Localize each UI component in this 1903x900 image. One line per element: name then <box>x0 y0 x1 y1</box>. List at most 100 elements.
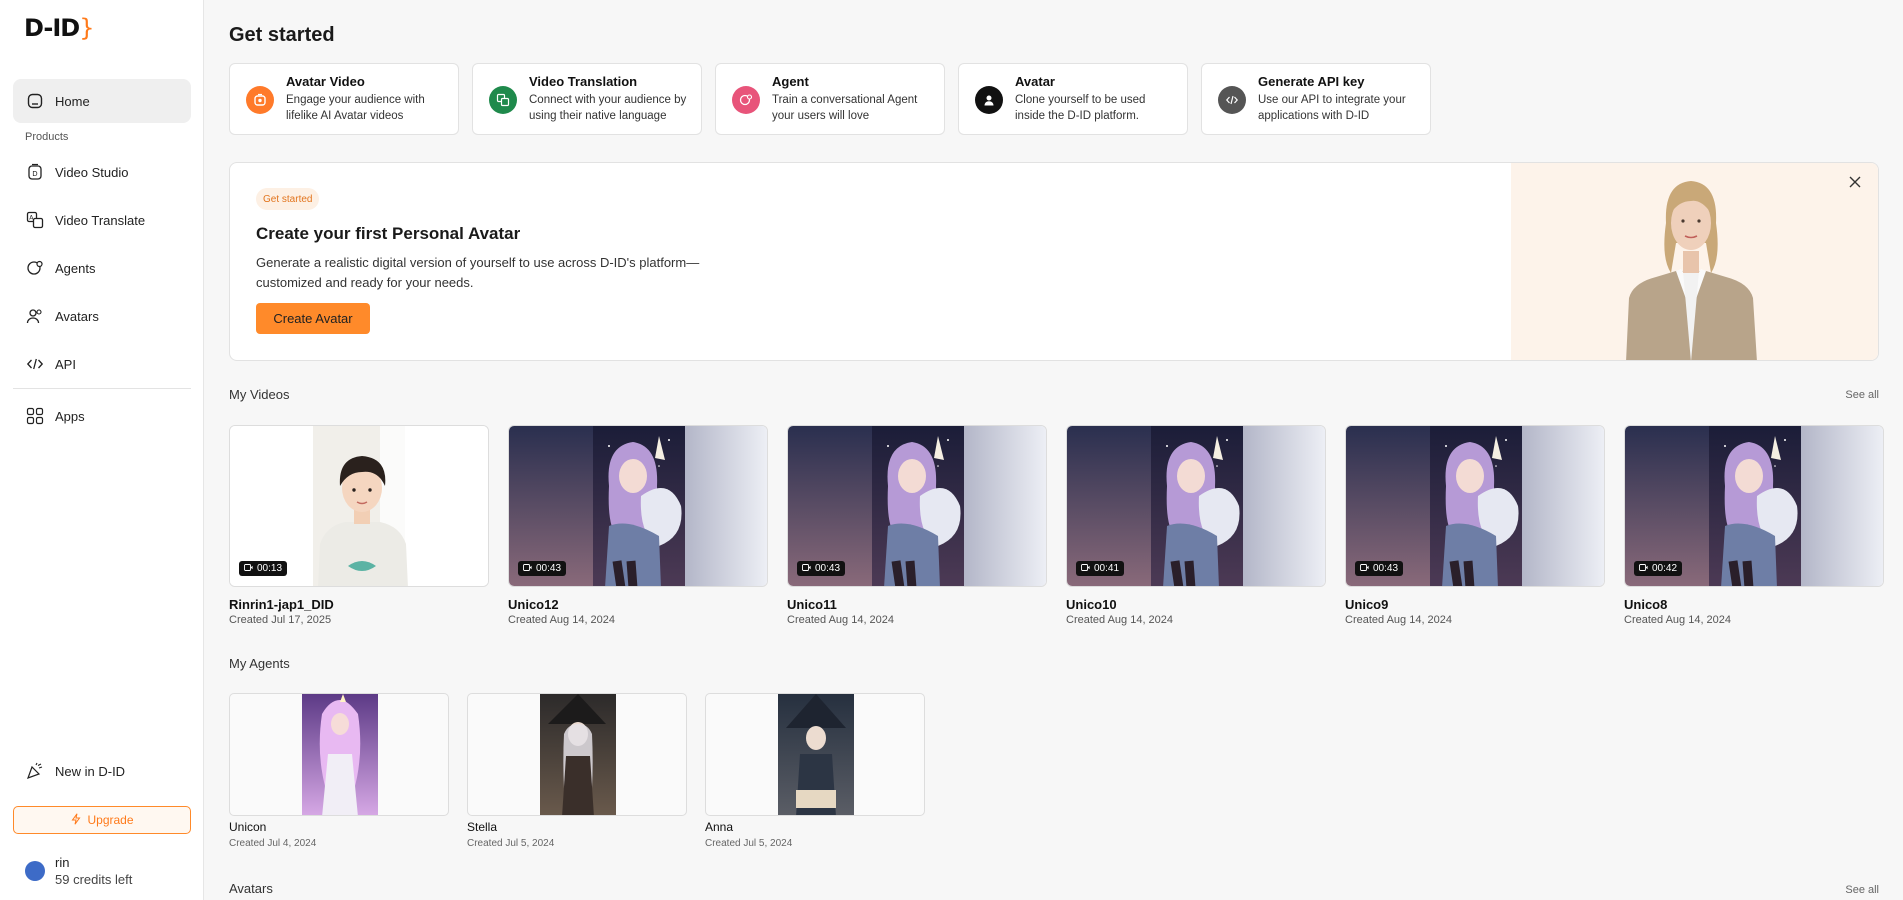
video-thumbnail[interactable]: 00:42 <box>1624 425 1884 587</box>
video-name[interactable]: Rinrin1-jap1_DID <box>229 597 489 612</box>
home-icon <box>25 91 45 111</box>
video-card[interactable]: 00:13 Rinrin1-jap1_DID Created Jul 17, 202… <box>229 425 489 626</box>
close-icon[interactable] <box>1846 173 1864 191</box>
agent-name[interactable]: Stella <box>467 820 687 834</box>
card-title: Avatar Video <box>286 74 365 89</box>
agent-card[interactable]: Unicon Created Jul 4, 2024 <box>229 693 449 849</box>
avatar-video-icon <box>246 86 274 114</box>
see-all-avatars-link[interactable]: See all <box>1845 884 1879 896</box>
duration-badge: 00:43 <box>518 561 567 576</box>
sidebar-item-label: Agents <box>55 260 96 276</box>
credits-left: 59 credits left <box>55 872 133 887</box>
lightning-icon <box>70 813 82 828</box>
sidebar-item-video-studio[interactable]: D Video Studio <box>13 150 191 194</box>
agent-thumbnail[interactable] <box>229 693 449 816</box>
video-thumbnail[interactable]: 00:43 <box>508 425 768 587</box>
upgrade-button[interactable]: Upgrade <box>13 806 191 834</box>
translation-icon <box>489 86 517 114</box>
sidebar: D-ID} Home Products D Video Studio A Vid… <box>0 0 204 900</box>
banner-avatar-image <box>1511 163 1878 360</box>
video-name[interactable]: Unico11 <box>787 597 1047 612</box>
d-id-logo[interactable]: D-ID} <box>24 14 94 42</box>
agent-name[interactable]: Anna <box>705 820 925 834</box>
card-desc: Engage your audience with lifelike AI Av… <box>286 94 425 122</box>
video-card[interactable]: 00:41 Unico10 Created Aug 14, 2024 <box>1066 425 1326 626</box>
agent-card[interactable]: Agent Train a conversational Agent your … <box>715 63 945 135</box>
agent-date: Created Jul 4, 2024 <box>229 838 317 849</box>
video-card[interactable]: 00:43 Unico9 Created Aug 14, 2024 <box>1345 425 1605 626</box>
video-camera-icon <box>802 563 811 574</box>
avatar-card[interactable]: Avatar Clone yourself to be used inside … <box>958 63 1188 135</box>
user-profile[interactable]: rin 59 credits left <box>25 855 132 887</box>
video-thumbnail[interactable]: 00:13 <box>229 425 489 587</box>
banner-description: Generate a realistic digital version of … <box>256 255 700 290</box>
video-thumbnail[interactable]: 00:43 <box>787 425 1047 587</box>
generate-api-key-card[interactable]: Generate API key Use our API to integrat… <box>1201 63 1431 135</box>
card-title: Avatar <box>1015 74 1055 89</box>
party-popper-icon <box>25 761 45 781</box>
video-name[interactable]: Unico9 <box>1345 597 1605 612</box>
video-card[interactable]: 00:43 Unico11 Created Aug 14, 2024 <box>787 425 1047 626</box>
video-date: Created Aug 14, 2024 <box>1066 614 1174 626</box>
card-desc: Use our API to integrate your applicatio… <box>1258 94 1406 122</box>
duration-badge: 00:43 <box>797 561 846 576</box>
apps-grid-icon <box>25 406 45 426</box>
sidebar-item-label: Apps <box>55 408 85 424</box>
sidebar-item-new-in-d-id[interactable]: New in D-ID <box>13 749 191 793</box>
sidebar-item-agents[interactable]: Agents <box>13 246 191 290</box>
video-camera-icon <box>244 563 253 574</box>
agent-chat-icon <box>732 86 760 114</box>
card-desc: Train a conversational Agent your users … <box>772 94 918 122</box>
video-studio-icon: D <box>25 162 45 182</box>
video-camera-icon <box>1081 563 1090 574</box>
video-thumbnail[interactable]: 00:43 <box>1345 425 1605 587</box>
card-desc: Clone yourself to be used inside the D-I… <box>1015 94 1146 122</box>
agents-icon <box>25 258 45 278</box>
agent-card[interactable]: Stella Created Jul 5, 2024 <box>467 693 687 849</box>
video-translation-card[interactable]: Video Translation Connect with your audi… <box>472 63 702 135</box>
upgrade-label: Upgrade <box>87 813 134 827</box>
sidebar-divider <box>13 388 191 389</box>
agent-name[interactable]: Unicon <box>229 820 449 834</box>
video-camera-icon <box>523 563 532 574</box>
video-name[interactable]: Unico8 <box>1624 597 1884 612</box>
sidebar-item-avatars[interactable]: Avatars <box>13 294 191 338</box>
agent-date: Created Jul 5, 2024 <box>467 838 555 849</box>
app-root: D-ID} Home Products D Video Studio A Vid… <box>0 0 1903 900</box>
video-date: Created Aug 14, 2024 <box>508 614 616 626</box>
video-name[interactable]: Unico10 <box>1066 597 1326 612</box>
agent-portrait <box>302 694 378 815</box>
agent-thumbnail[interactable] <box>705 693 925 816</box>
avatar <box>25 861 45 881</box>
my-videos-title: My Videos <box>229 387 290 402</box>
video-date: Created Jul 17, 2025 <box>229 614 332 626</box>
card-title: Video Translation <box>529 74 638 89</box>
create-avatar-button[interactable]: Create Avatar <box>256 303 370 334</box>
duration-badge: 00:43 <box>1355 561 1404 576</box>
video-card[interactable]: 00:43 Unico12 Created Aug 14, 2024 <box>508 425 768 626</box>
sidebar-item-video-translate[interactable]: A Video Translate <box>13 198 191 242</box>
sidebar-item-home[interactable]: Home <box>13 79 191 123</box>
video-thumbnail[interactable]: 00:41 <box>1066 425 1326 587</box>
sidebar-item-label: Video Translate <box>55 212 146 228</box>
sidebar-item-apps[interactable]: Apps <box>13 394 191 438</box>
avatars-section-title: Avatars <box>229 881 273 896</box>
card-title: Generate API key <box>1258 74 1365 89</box>
video-camera-icon <box>1639 563 1648 574</box>
duration-text: 00:42 <box>1652 563 1678 574</box>
video-camera-icon <box>1360 563 1369 574</box>
agent-thumbnail[interactable] <box>467 693 687 816</box>
video-date: Created Aug 14, 2024 <box>787 614 895 626</box>
video-card[interactable]: 00:42 Unico8 Created Aug 14, 2024 <box>1624 425 1884 626</box>
card-desc: Connect with your audience by using thei… <box>529 94 687 122</box>
agent-card[interactable]: Anna Created Jul 5, 2024 <box>705 693 925 849</box>
video-name[interactable]: Unico12 <box>508 597 768 612</box>
code-icon <box>25 354 45 374</box>
user-name: rin <box>55 855 70 870</box>
personal-avatar-banner: Get started Create your first Personal A… <box>229 162 1879 361</box>
sidebar-item-label: New in D-ID <box>55 763 126 779</box>
sidebar-item-api[interactable]: API <box>13 342 191 386</box>
avatar-video-card[interactable]: Avatar Video Engage your audience with l… <box>229 63 459 135</box>
see-all-videos-link[interactable]: See all <box>1845 389 1879 401</box>
sidebar-item-label: Home <box>55 93 90 109</box>
